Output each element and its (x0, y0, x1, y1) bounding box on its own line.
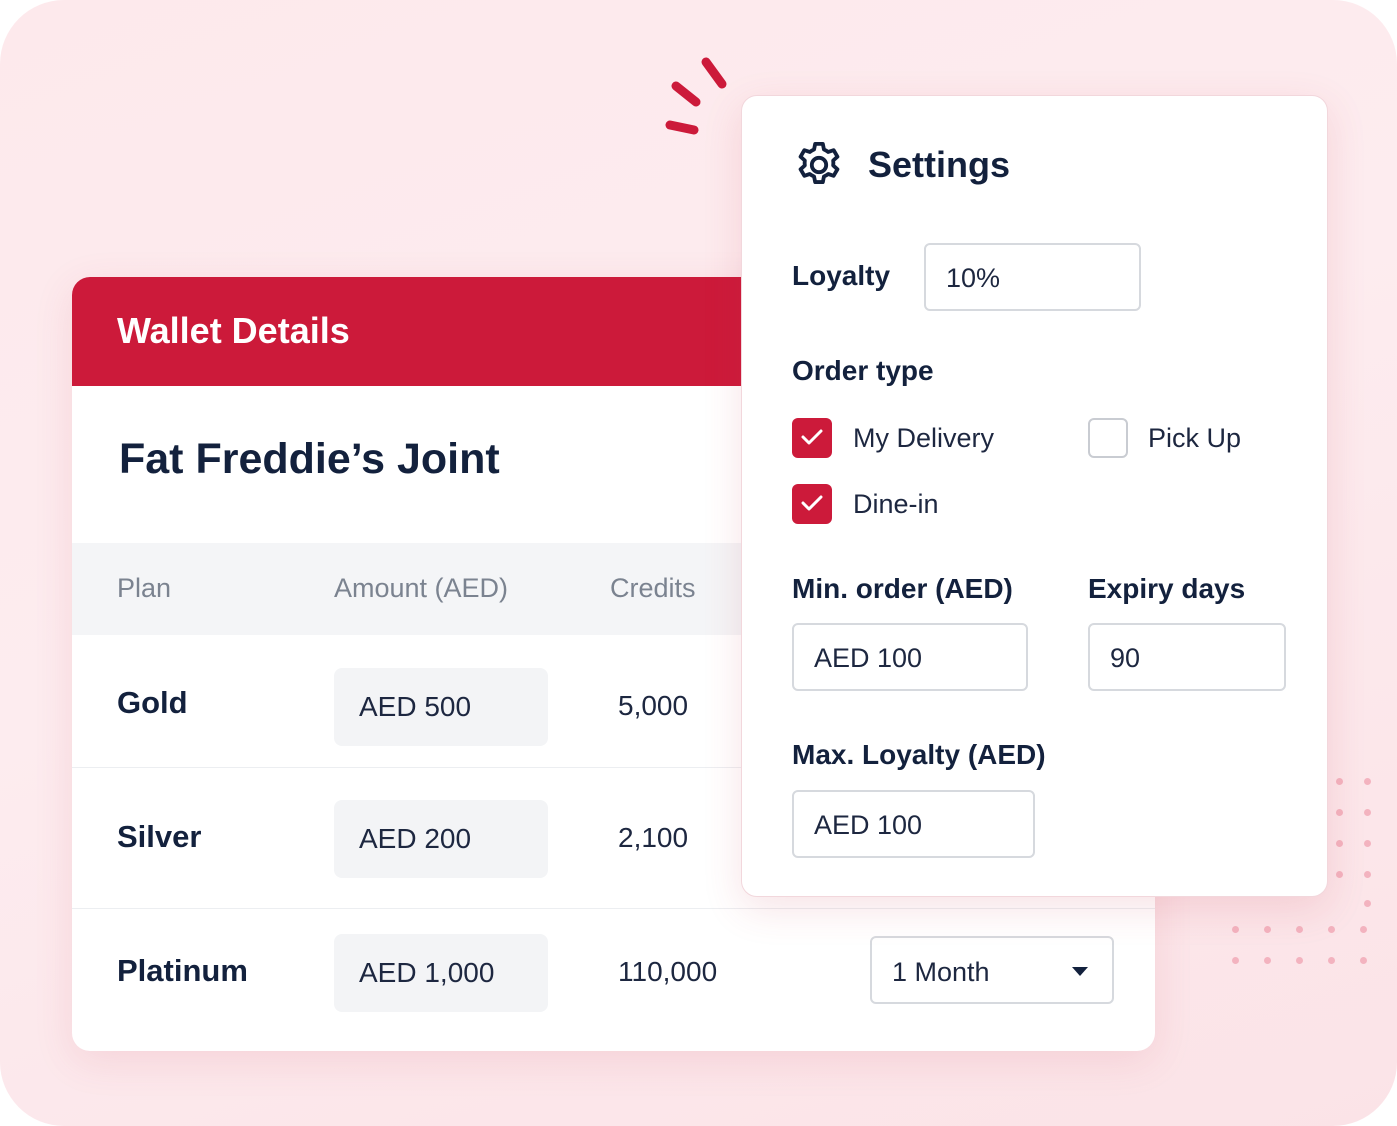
table-row: Platinum AED 1,000 110,000 1 Month (72, 910, 1155, 1042)
dine-in-label[interactable]: Dine-in (853, 489, 939, 520)
burst-decoration (665, 57, 727, 135)
max-loyalty-input[interactable]: AED 100 (792, 790, 1035, 858)
loyalty-label: Loyalty (792, 260, 891, 291)
my-delivery-checkbox[interactable] (792, 418, 832, 458)
expiry-select[interactable]: 1 Month (870, 936, 1114, 1004)
wallet-title: Wallet Details (117, 310, 350, 351)
plan-name: Silver (117, 819, 202, 854)
dine-in-checkbox[interactable] (792, 484, 832, 524)
gear-icon (798, 141, 840, 185)
amount-field[interactable]: AED 200 (334, 800, 548, 878)
expiry-days-value: 90 (1110, 643, 1141, 673)
min-order-label: Min. order (AED) (792, 573, 1013, 604)
credits-value: 2,100 (618, 822, 689, 853)
check-icon (801, 495, 823, 511)
amount-field[interactable]: AED 500 (334, 668, 548, 746)
settings-title: Settings (868, 144, 1011, 185)
my-delivery-label[interactable]: My Delivery (853, 423, 994, 454)
column-header-amount: Amount (AED) (334, 573, 509, 603)
expiry-select-value: 1 Month (892, 957, 990, 987)
settings-panel: Settings Loyalty 10% Order type My Deliv… (741, 95, 1328, 897)
plan-name: Gold (117, 685, 188, 720)
pick-up-label[interactable]: Pick Up (1148, 423, 1241, 454)
min-order-input[interactable]: AED 100 (792, 623, 1028, 691)
plan-name: Platinum (117, 953, 248, 988)
caret-down-icon (1072, 967, 1088, 976)
expiry-days-input[interactable]: 90 (1088, 623, 1286, 691)
column-header-plan: Plan (117, 573, 172, 603)
order-type-label: Order type (792, 355, 934, 386)
column-header-credits: Credits (610, 573, 696, 603)
amount-field[interactable]: AED 1,000 (334, 934, 548, 1012)
credits-value: 110,000 (618, 956, 718, 987)
pick-up-checkbox[interactable] (1088, 418, 1128, 458)
loyalty-value: 10% (946, 263, 1001, 293)
max-loyalty-value: AED 100 (814, 810, 923, 840)
background-panel: Wallet Details Fat Freddie’s Joint Plan … (0, 0, 1397, 1126)
shop-name: Fat Freddie’s Joint (119, 435, 500, 483)
max-loyalty-label: Max. Loyalty (AED) (792, 739, 1046, 770)
amount-value: AED 200 (359, 823, 472, 854)
credits-value: 5,000 (618, 690, 689, 721)
amount-value: AED 1,000 (359, 957, 495, 988)
expiry-days-label: Expiry days (1088, 573, 1246, 604)
min-order-value: AED 100 (814, 643, 923, 673)
check-icon (801, 429, 823, 445)
loyalty-input[interactable]: 10% (924, 243, 1141, 311)
amount-value: AED 500 (359, 691, 472, 722)
